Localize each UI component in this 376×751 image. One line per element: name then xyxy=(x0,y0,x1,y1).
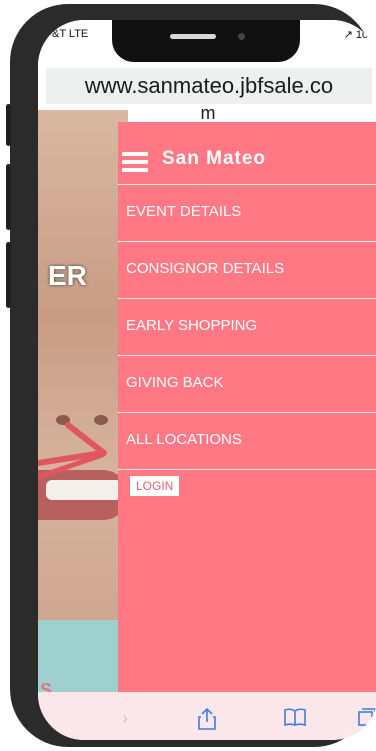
hamburger-menu-icon[interactable] xyxy=(122,152,148,174)
url-bar[interactable]: www.sanmateo.jbfsale.co xyxy=(46,68,372,104)
menu-item-label: ALL LOCATIONS xyxy=(126,431,242,448)
login-button[interactable]: LOGIN xyxy=(130,476,180,496)
volume-up-button xyxy=(6,164,11,230)
menu-item-all-locations[interactable]: ALL LOCATIONS xyxy=(118,412,376,470)
battery-label: ↗ 100% xyxy=(343,29,376,41)
drawer-header: San Mateo xyxy=(118,122,376,180)
menu-item-label: EARLY SHOPPING xyxy=(126,317,258,334)
browser-toolbar: › xyxy=(38,692,376,740)
menu-item-giving-back[interactable]: GIVING BACK xyxy=(118,355,376,412)
tabs-icon[interactable] xyxy=(358,708,376,726)
site-title[interactable]: San Mateo xyxy=(162,148,266,170)
menu-item-label: GIVING BACK xyxy=(126,374,224,391)
menu-item-consignor-details[interactable]: CONSIGNOR DETAILS xyxy=(118,241,376,298)
drawer-menu: EVENT DETAILS CONSIGNOR DETAILS EARLY SH… xyxy=(118,184,376,470)
nav-drawer: San Mateo EVENT DETAILS CONSIGNOR DETAIL… xyxy=(118,122,376,706)
url-text: www.sanmateo.jbfsale.co xyxy=(84,73,334,98)
phone-screen: &T LTE ↗ 100% www.sanmateo.jbfsale.co m … xyxy=(38,20,376,740)
volume-button xyxy=(6,104,11,146)
carrier-label: &T LTE xyxy=(52,28,89,40)
menu-item-label: CONSIGNOR DETAILS xyxy=(126,260,285,277)
volume-down-button xyxy=(6,242,11,308)
share-icon[interactable] xyxy=(198,708,216,730)
chevron-right-icon[interactable]: › xyxy=(122,708,128,729)
hero-photo xyxy=(38,110,128,622)
phone-notch xyxy=(112,20,300,62)
menu-item-early-shopping[interactable]: EARLY SHOPPING xyxy=(118,298,376,355)
bookmarks-icon[interactable] xyxy=(284,708,306,726)
menu-item-event-details[interactable]: EVENT DETAILS xyxy=(118,184,376,241)
status-bar: &T LTE ↗ 100% xyxy=(38,20,376,64)
speaker-grille xyxy=(170,34,216,39)
pointer-arrow-icon xyxy=(38,422,107,480)
hero-overlay-text: ER xyxy=(48,260,87,291)
phone-frame: &T LTE ↗ 100% www.sanmateo.jbfsale.co m … xyxy=(6,4,376,747)
front-camera xyxy=(238,33,245,40)
menu-item-label: EVENT DETAILS xyxy=(126,203,242,220)
